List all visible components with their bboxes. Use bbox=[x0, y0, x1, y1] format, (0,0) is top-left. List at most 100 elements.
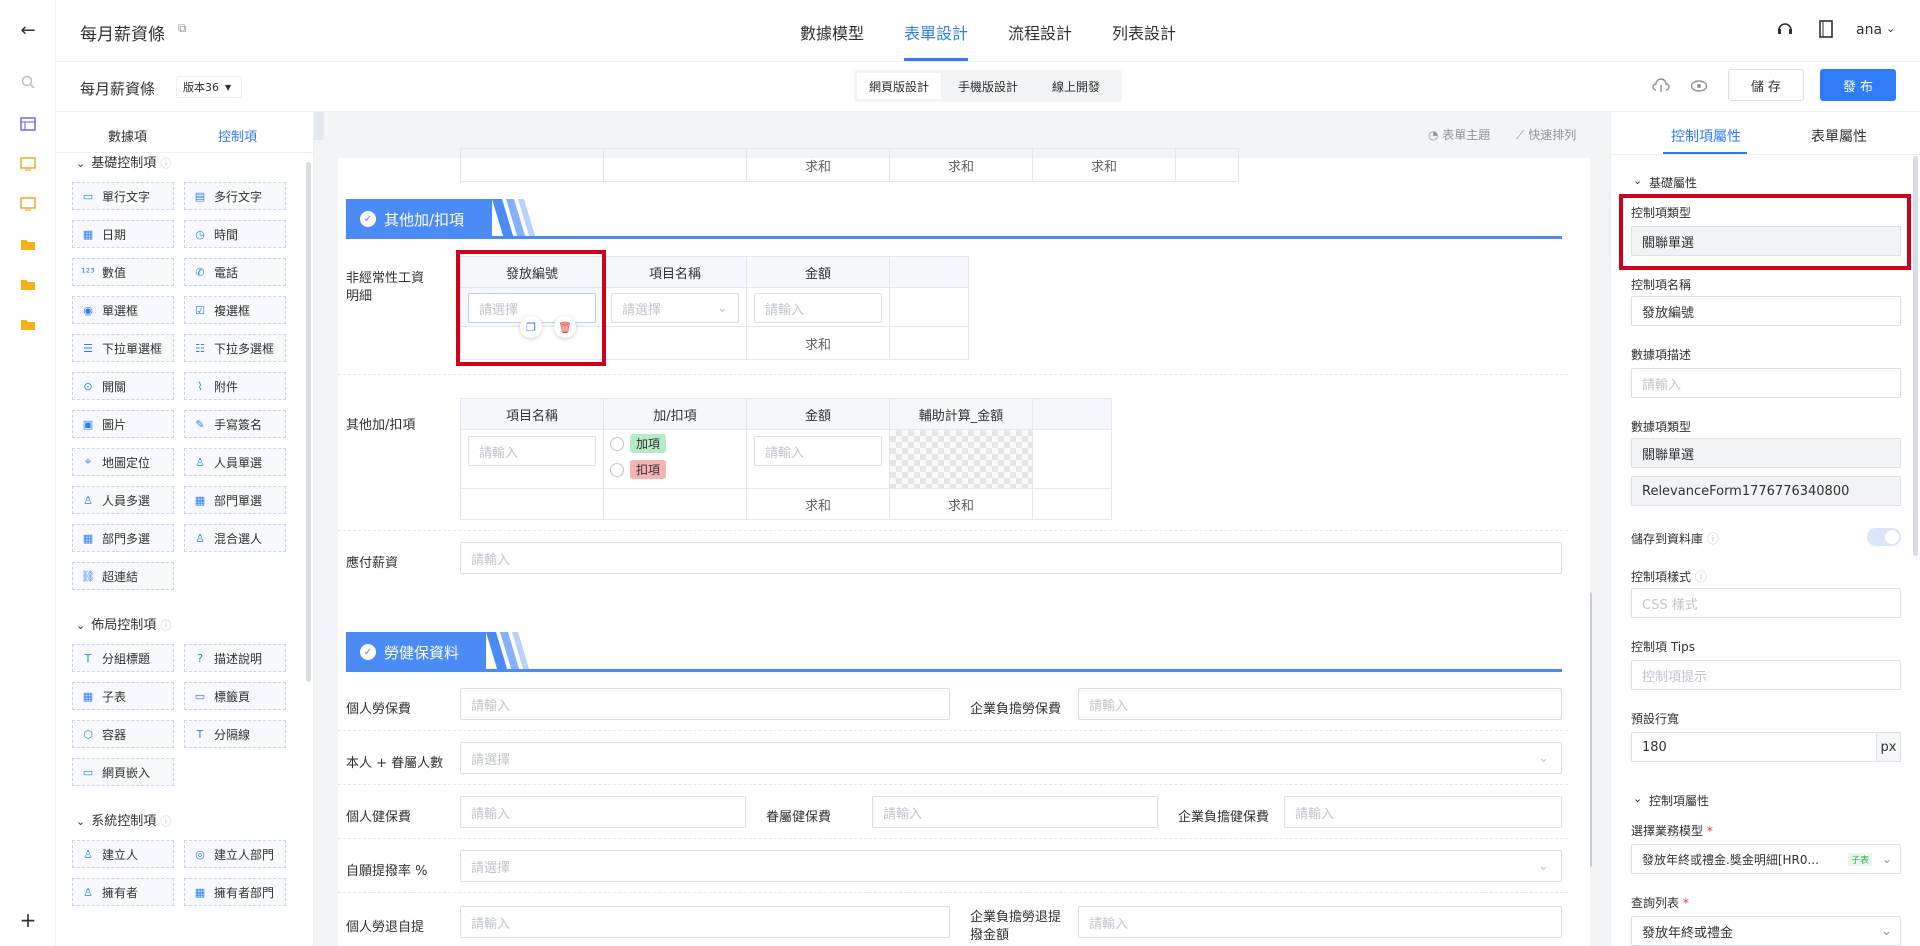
row-height-input[interactable]: 180 bbox=[1631, 732, 1877, 762]
vol-rate-select[interactable]: 請選擇 ⌄ bbox=[460, 850, 1562, 882]
corp-labor-ins-input[interactable]: 請輸入 bbox=[1078, 688, 1562, 720]
tab-form-props[interactable]: 表單屬性 bbox=[1811, 126, 1867, 146]
tab-controls[interactable]: 控制項 bbox=[218, 126, 257, 145]
control-item[interactable]: ◷ 時間 bbox=[184, 220, 286, 248]
tab-form-design[interactable]: 表單設計 bbox=[904, 20, 968, 44]
data-desc-input[interactable]: 請輸入 bbox=[1631, 368, 1901, 398]
tab-control-props[interactable]: 控制項屬性 bbox=[1671, 126, 1741, 146]
control-item[interactable]: ▦ 擁有者部門 bbox=[184, 878, 286, 906]
control-item[interactable]: ⊙ 開關 bbox=[72, 372, 174, 400]
section-header-insurance[interactable]: 勞健保資料 ✓ bbox=[346, 632, 1562, 672]
control-item[interactable]: ◉ 單選框 bbox=[72, 296, 174, 324]
control-item[interactable]: ⌇ 附件 bbox=[184, 372, 286, 400]
save-db-toggle[interactable] bbox=[1867, 528, 1901, 546]
palette-section-title[interactable]: ⌄ 系統控制項 ⓘ bbox=[76, 810, 171, 829]
control-item[interactable]: ▦ 日期 bbox=[72, 220, 174, 248]
control-item[interactable]: ♙ 人員多選 bbox=[72, 486, 174, 514]
save-button[interactable]: 儲 存 bbox=[1728, 69, 1804, 101]
publish-button[interactable]: 發 布 bbox=[1820, 69, 1896, 101]
version-select[interactable]: 版本36 ▼ bbox=[176, 76, 242, 98]
form-theme-link[interactable]: ◔ 表單主題 bbox=[1428, 126, 1490, 143]
table-icon[interactable] bbox=[18, 114, 38, 134]
external-link-icon[interactable]: ⧉ bbox=[178, 21, 187, 36]
tips-input[interactable]: 控制項提示 bbox=[1631, 660, 1901, 690]
mode-online-dev[interactable]: 線上開發 bbox=[1034, 73, 1118, 99]
folder-icon-3[interactable] bbox=[18, 314, 38, 334]
folder-icon-2[interactable] bbox=[18, 274, 38, 294]
amount-input-2[interactable]: 請輸入 bbox=[754, 436, 882, 466]
query-list-select[interactable]: 發放年終或禮金 ⌄ bbox=[1631, 916, 1901, 946]
control-item[interactable]: ▣ 圖片 bbox=[72, 410, 174, 438]
pension-input[interactable]: 請輸入 bbox=[460, 906, 950, 938]
control-item[interactable]: ▭ 標籤頁 bbox=[184, 682, 286, 710]
monitor-icon-2[interactable] bbox=[18, 194, 38, 214]
palette-scrollbar[interactable] bbox=[306, 162, 311, 682]
section-header-other[interactable]: 其他加/扣項 ✓ bbox=[346, 199, 1562, 239]
item-name-input[interactable]: 請輸入 bbox=[468, 436, 596, 466]
back-arrow-icon[interactable]: ← bbox=[18, 20, 38, 41]
corp-pension-input[interactable]: 請輸入 bbox=[1078, 906, 1562, 938]
mode-mobile[interactable]: 手機版設計 bbox=[946, 73, 1030, 99]
control-item[interactable]: ♙ 擁有者 bbox=[72, 878, 174, 906]
control-item[interactable]: ▭ 網頁嵌入 bbox=[72, 758, 174, 786]
control-item[interactable]: ▤ 多行文字 bbox=[184, 182, 286, 210]
corp-health-input[interactable]: 請輸入 bbox=[1284, 796, 1562, 828]
biz-model-select[interactable]: 發放年終或禮金.獎金明細[HR0... 子表 ⌄ bbox=[1631, 844, 1901, 874]
search-icon[interactable] bbox=[18, 72, 38, 92]
book-icon[interactable] bbox=[1818, 20, 1834, 42]
mode-web[interactable]: 網頁版設計 bbox=[857, 73, 941, 99]
control-item[interactable]: ☷ 下拉多選框 bbox=[184, 334, 286, 362]
control-item[interactable]: T 分組標題 bbox=[72, 644, 174, 672]
control-item[interactable]: ☰ 下拉單選框 bbox=[72, 334, 174, 362]
user-menu[interactable]: ana bbox=[1856, 22, 1882, 38]
palette-section-title[interactable]: ⌄ 佈局控制項 ⓘ bbox=[76, 614, 171, 633]
radio-sub[interactable] bbox=[610, 463, 624, 477]
collapse-left-handle[interactable] bbox=[314, 112, 324, 140]
cloud-upload-icon[interactable] bbox=[1652, 78, 1670, 98]
palette-section-title[interactable]: ⌄ 基礎控制項 ⓘ bbox=[76, 152, 171, 171]
collapse-right-handle[interactable] bbox=[1610, 112, 1611, 140]
control-item[interactable]: ✎ 手寫簽名 bbox=[184, 410, 286, 438]
tab-data-model[interactable]: 數據模型 bbox=[800, 20, 864, 44]
css-style-input[interactable]: CSS 樣式 bbox=[1631, 588, 1901, 618]
ctl-name-input[interactable]: 發放編號 bbox=[1631, 296, 1901, 326]
control-item[interactable]: ✆ 電話 bbox=[184, 258, 286, 286]
control-item[interactable]: ☑ 複選框 bbox=[184, 296, 286, 324]
quick-arrange-link[interactable]: ⟋ 快速排列 bbox=[1516, 126, 1576, 143]
control-item[interactable]: ♙ 人員單選 bbox=[184, 448, 286, 476]
tab-list-design[interactable]: 列表設計 bbox=[1112, 20, 1176, 44]
panel-scrollbar[interactable] bbox=[1913, 156, 1918, 556]
control-item[interactable]: ⌖ 地圖定位 bbox=[72, 448, 174, 476]
headset-icon[interactable] bbox=[1776, 20, 1794, 42]
control-item[interactable]: ▦ 部門單選 bbox=[184, 486, 286, 514]
control-item[interactable]: T 分隔線 bbox=[184, 720, 286, 748]
control-item[interactable]: ▭ 單行文字 bbox=[72, 182, 174, 210]
add-icon[interactable]: + bbox=[18, 908, 38, 932]
labor-ins-input[interactable]: 請輸入 bbox=[460, 688, 950, 720]
tab-data-items[interactable]: 數據項 bbox=[108, 126, 147, 145]
control-item[interactable]: ⬡ 容器 bbox=[72, 720, 174, 748]
control-icon: ▦ bbox=[82, 689, 94, 703]
health-ins-input[interactable]: 請輸入 bbox=[460, 796, 746, 828]
radio-add[interactable] bbox=[610, 437, 624, 451]
item-name-select[interactable]: 請選擇 ⌄ bbox=[611, 293, 739, 323]
control-item[interactable]: ¹²³ 數值 bbox=[72, 258, 174, 286]
payable-input[interactable]: 請輸入 bbox=[460, 542, 1562, 574]
folder-icon[interactable] bbox=[18, 234, 38, 254]
chevron-down-icon[interactable]: ⌄ bbox=[1633, 792, 1642, 805]
monitor-icon[interactable] bbox=[18, 154, 38, 174]
control-item[interactable]: ♙ 混合選人 bbox=[184, 524, 286, 552]
control-item[interactable]: ? 描述說明 bbox=[184, 644, 286, 672]
control-item[interactable]: ♙ 建立人 bbox=[72, 840, 174, 868]
control-item[interactable]: ◎ 建立人部門 bbox=[184, 840, 286, 868]
dep-health-input[interactable]: 請輸入 bbox=[872, 796, 1158, 828]
control-item[interactable]: ⛓ 超連結 bbox=[72, 562, 174, 590]
dependents-select[interactable]: 請選擇 ⌄ bbox=[460, 742, 1562, 774]
control-item[interactable]: ▦ 部門多選 bbox=[72, 524, 174, 552]
chevron-down-icon[interactable]: ⌄ bbox=[1633, 174, 1642, 187]
control-item[interactable]: ▦ 子表 bbox=[72, 682, 174, 710]
tab-flow-design[interactable]: 流程設計 bbox=[1008, 20, 1072, 44]
chevron-down-icon[interactable]: ⌄ bbox=[1886, 22, 1895, 35]
amount-input[interactable]: 請輸入 bbox=[754, 293, 882, 323]
preview-eye-icon[interactable] bbox=[1690, 78, 1708, 98]
